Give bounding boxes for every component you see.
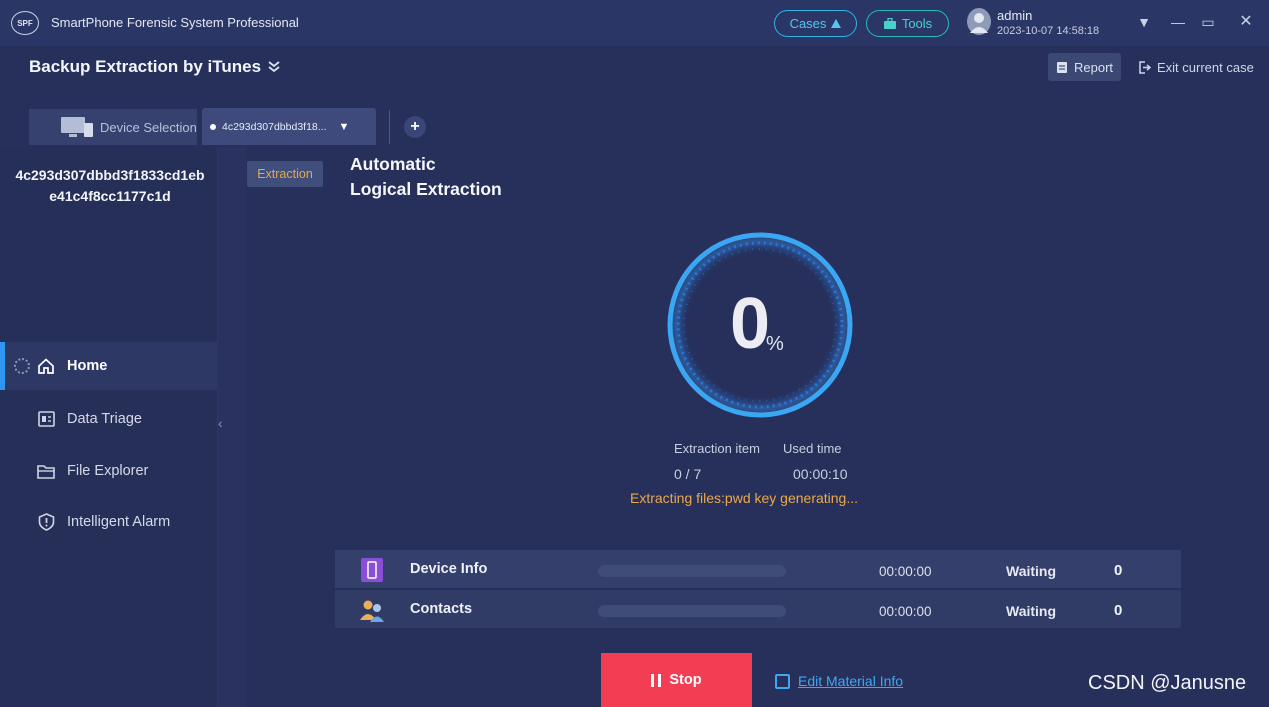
toolbox-icon (883, 17, 896, 29)
task-status: Waiting (1006, 563, 1057, 579)
close-icon[interactable]: ✕ (1236, 12, 1256, 32)
task-time: 00:00:00 (879, 564, 932, 579)
page-title-text: Backup Extraction by iTunes (29, 57, 262, 76)
sidebar: 4c293d307dbbd3f1833cd1ebe41c4f8cc1177c1d… (0, 147, 218, 707)
folder-icon (37, 462, 55, 480)
user-timestamp: 2023-10-07 14:58:18 (997, 25, 1100, 37)
user-name: admin (997, 8, 1033, 23)
report-label: Report (1073, 59, 1114, 75)
task-name: Device Info (410, 561, 488, 577)
triangle-up-icon (831, 19, 842, 28)
task-progress-bar (598, 605, 786, 617)
device-id: 4c293d307dbbd3f1833cd1ebe41c4f8cc1177c1d (15, 167, 205, 204)
user-icon (970, 13, 988, 33)
contacts-icon (359, 598, 385, 622)
main-title: Automatic Logical Extraction (350, 152, 502, 202)
stop-button[interactable]: Stop (601, 653, 752, 707)
tools-button[interactable]: Tools (866, 10, 949, 37)
cases-button[interactable]: Cases (774, 10, 857, 37)
task-progress-bar (598, 565, 786, 577)
progress-value: 0 (730, 284, 770, 364)
avatar[interactable] (967, 8, 991, 35)
sidebar-item-label: Home (67, 358, 108, 374)
tab-device-selection[interactable]: Device Selection (29, 109, 197, 145)
double-chevron-down-icon (268, 61, 280, 73)
tab-device-selection-label: Device Selection (100, 119, 197, 135)
sidebar-item-label: Intelligent Alarm (67, 514, 171, 530)
pause-icon (651, 673, 662, 687)
exit-icon (1139, 60, 1151, 74)
edit-material-info-link[interactable]: Edit Material Info (775, 673, 903, 689)
sidebar-item-file-explorer[interactable]: File Explorer (0, 447, 218, 495)
minimize-icon[interactable]: — (1168, 12, 1188, 32)
loading-spinner-icon (14, 358, 30, 374)
dropdown-menu-icon[interactable]: ▼ (1134, 12, 1154, 32)
task-time: 00:00:00 (879, 604, 932, 619)
app-title: SmartPhone Forensic System Professional (51, 15, 299, 30)
sidebar-item-data-triage[interactable]: Data Triage (0, 395, 218, 443)
status-text: Extracting files:pwd key generating... (630, 490, 859, 506)
sidebar-item-label: File Explorer (67, 463, 149, 479)
table-row[interactable]: Device Info 00:00:00 Waiting 0 (335, 550, 1181, 588)
table-row[interactable]: Contacts 00:00:00 Waiting 0 (335, 590, 1181, 628)
extraction-item-value: 0 / 7 (674, 466, 702, 482)
app-logo-icon: SPF (11, 11, 39, 35)
exit-label: Exit current case (1157, 59, 1254, 75)
report-icon (1056, 61, 1067, 73)
task-list: Device Info 00:00:00 Waiting 0 Contacts … (335, 547, 1181, 628)
add-tab-button[interactable]: + (404, 116, 426, 138)
shield-alert-icon (37, 513, 55, 531)
cases-label: Cases (789, 16, 827, 31)
caret-down-icon[interactable]: ▼ (339, 121, 350, 133)
used-time-value: 00:00:10 (793, 466, 848, 482)
task-status: Waiting (1006, 603, 1057, 619)
data-triage-icon (37, 410, 55, 428)
main-title-line1: Automatic (350, 154, 436, 174)
extraction-badge: Extraction (247, 161, 323, 187)
progress-unit: % (766, 333, 784, 355)
report-button[interactable]: Report (1048, 53, 1121, 81)
page-title[interactable]: Backup Extraction by iTunes (29, 57, 281, 77)
task-count: 0 (1114, 562, 1123, 579)
tab-status-dot (210, 123, 216, 130)
tab-divider (389, 110, 390, 144)
task-count: 0 (1114, 602, 1123, 619)
stop-label: Stop (669, 672, 702, 688)
device-monitor-icon (61, 117, 93, 137)
used-time-label: Used time (783, 441, 842, 456)
chevron-left-icon[interactable]: ‹ (218, 415, 228, 431)
title-bar: SPF SmartPhone Forensic System Professio… (0, 0, 1269, 46)
home-icon (37, 357, 55, 375)
main-title-line2: Logical Extraction (350, 179, 502, 199)
task-name: Contacts (410, 601, 473, 617)
edit-material-info-label: Edit Material Info (798, 673, 904, 689)
exit-case-button[interactable]: Exit current case (1138, 53, 1254, 81)
maximize-icon[interactable]: ▭ (1198, 12, 1218, 32)
tab-device-id[interactable]: 4c293d307dbbd3f18... ▼ (202, 108, 376, 145)
edit-icon (775, 673, 790, 689)
sidebar-item-intelligent-alarm[interactable]: Intelligent Alarm (0, 498, 218, 546)
tab-device-id-label: 4c293d307dbbd3f18... (222, 120, 327, 133)
watermark: CSDN @Janusne (1088, 672, 1247, 694)
tools-label: Tools (901, 16, 933, 31)
sidebar-item-label: Data Triage (67, 411, 142, 427)
extraction-item-label: Extraction item (674, 441, 760, 456)
sidebar-collapse-handle[interactable]: ‹ (218, 147, 246, 707)
phone-icon (359, 558, 385, 582)
sidebar-item-home[interactable]: Home (0, 342, 218, 390)
